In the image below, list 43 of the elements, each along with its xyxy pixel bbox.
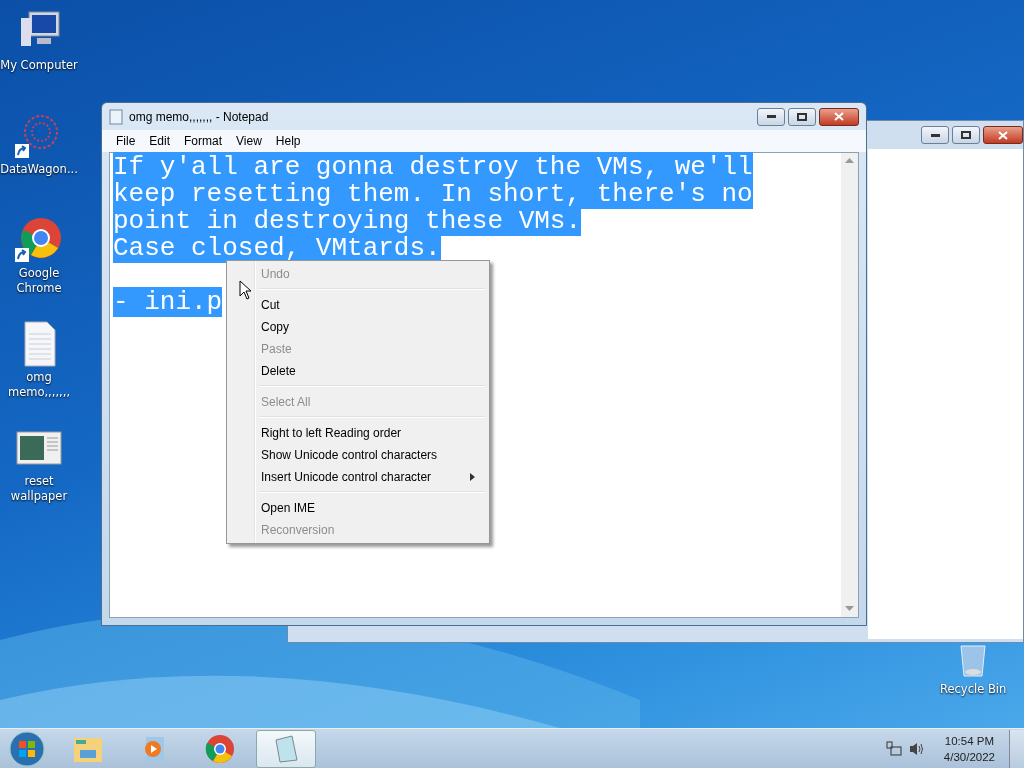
scroll-down-icon — [845, 606, 854, 612]
menu-item[interactable]: File — [109, 132, 143, 150]
icon-label[interactable]: DataWagon... — [0, 162, 78, 177]
menu-item[interactable]: Help — [268, 132, 308, 150]
menu-item[interactable]: Format — [177, 132, 230, 150]
context-menu-item[interactable]: Copy — [229, 316, 487, 338]
maximize-icon — [961, 131, 971, 139]
context-menu-item[interactable]: Insert Unicode control character — [229, 466, 487, 488]
context-menu-item[interactable]: Delete — [229, 360, 487, 382]
close-icon — [998, 130, 1008, 140]
clock-date: 4/30/2022 — [943, 750, 995, 765]
start-orb-icon — [8, 730, 46, 768]
menu-item[interactable]: View — [229, 132, 269, 150]
scrollbar[interactable] — [841, 153, 858, 617]
mouse-cursor-icon — [239, 280, 253, 300]
icon-label[interactable]: reset wallpaper — [0, 474, 78, 504]
maximize-button[interactable] — [952, 126, 980, 144]
notepad-taskbar-button[interactable] — [256, 730, 316, 768]
minimize-icon — [766, 115, 776, 118]
speaker-icon[interactable] — [907, 741, 924, 757]
minimize-button[interactable] — [757, 107, 785, 126]
menu-item[interactable]: Edit — [142, 132, 178, 150]
context-menu-item[interactable]: Right to left Reading order — [229, 422, 487, 444]
clock-time: 10:54 PM — [944, 734, 995, 749]
close-button[interactable] — [819, 107, 859, 126]
scroll-up-icon — [845, 158, 854, 164]
minimize-button[interactable] — [921, 126, 949, 144]
maximize-button[interactable] — [788, 107, 816, 126]
close-icon — [834, 112, 844, 121]
context-menu-item[interactable]: Open IME — [229, 497, 487, 519]
icon-label[interactable]: omg memo,,,,,,, — [0, 370, 78, 400]
close-button[interactable] — [983, 126, 1023, 144]
window-title: omg memo,,,,,,, - Notepad — [129, 109, 270, 124]
show-desktop-button[interactable] — [1009, 730, 1024, 768]
maximize-icon — [797, 112, 807, 121]
icon-label[interactable]: Google Chrome — [0, 266, 78, 296]
minimize-icon — [930, 133, 940, 137]
context-menu-item[interactable]: Cut — [229, 294, 487, 316]
network-icon[interactable] — [885, 741, 902, 757]
chrome-icon — [204, 734, 236, 764]
context-menu-item[interactable]: Show Unicode control characters — [229, 444, 487, 466]
icon-label[interactable]: My Computer — [0, 58, 78, 73]
notepad-icon — [109, 108, 123, 125]
